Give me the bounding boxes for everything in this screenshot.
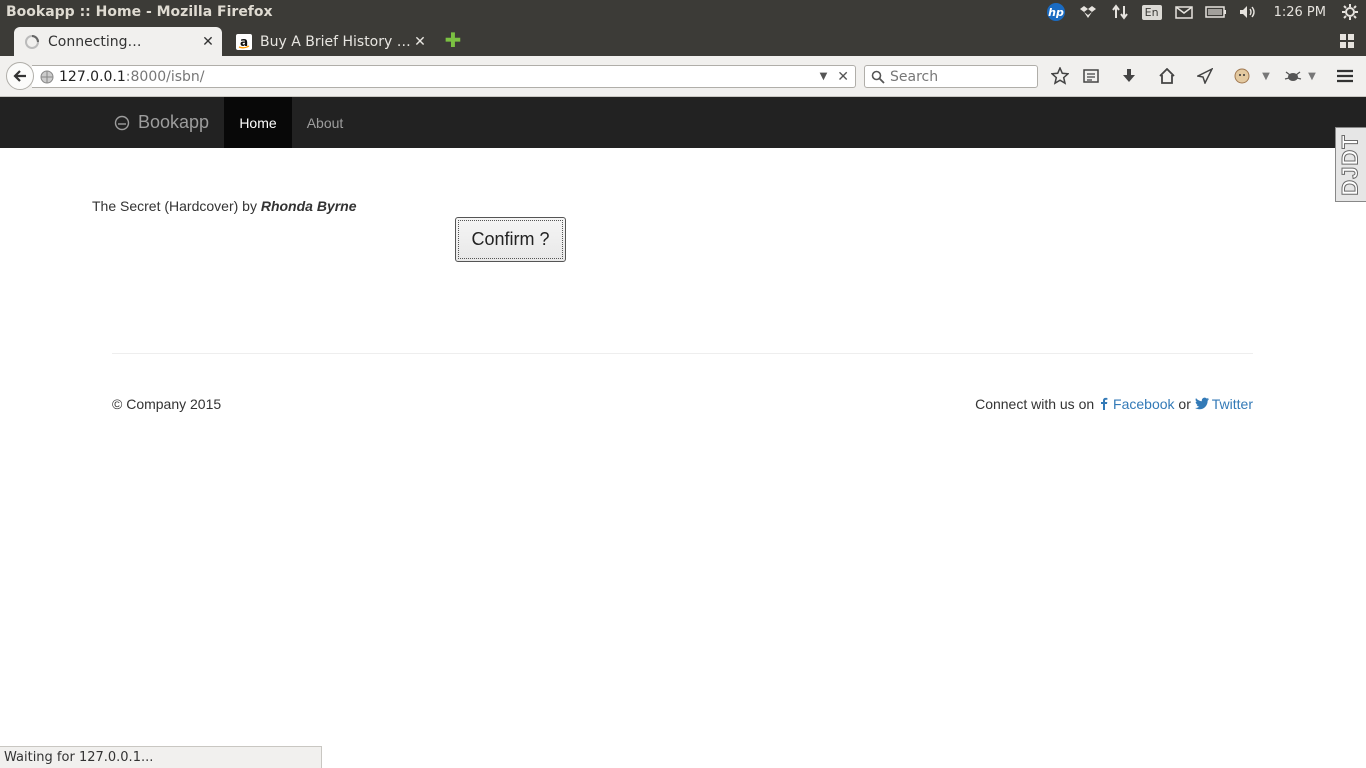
or-text: or xyxy=(1178,396,1191,412)
url-history-dropdown-icon[interactable]: ▼ xyxy=(820,71,828,82)
svg-text:hp: hp xyxy=(1048,6,1064,19)
battery-icon[interactable] xyxy=(1204,3,1227,21)
greasemonkey-dropdown-icon[interactable]: ▼ xyxy=(1256,66,1276,86)
nav-home[interactable]: Home xyxy=(224,97,292,148)
brand-link[interactable]: Bookapp xyxy=(114,97,209,148)
search-bar[interactable] xyxy=(864,65,1038,88)
settings-gear-icon[interactable] xyxy=(1339,3,1361,21)
search-input[interactable] xyxy=(890,68,1030,85)
tab-connecting[interactable]: Connecting… ✕ xyxy=(14,27,222,56)
close-tab-icon[interactable]: ✕ xyxy=(412,34,428,50)
globe-icon xyxy=(40,70,54,83)
mail-icon[interactable] xyxy=(1173,3,1195,21)
tab-label: Buy A Brief History … xyxy=(260,33,411,50)
facebook-icon xyxy=(1101,397,1108,410)
hamburger-menu-icon[interactable] xyxy=(1335,66,1355,86)
system-tray: hp En 1:26 PM xyxy=(1040,0,1366,24)
footer-social: Connect with us on Facebook or Twitter xyxy=(975,396,1253,412)
connect-text: Connect with us on xyxy=(975,396,1095,412)
send-tab-icon[interactable] xyxy=(1195,66,1215,86)
book-info: The Secret (Hardcover) by Rhonda Byrne xyxy=(92,198,357,214)
tab-label: Connecting… xyxy=(48,33,142,50)
new-tab-plus-icon[interactable]: ✚ xyxy=(444,30,462,50)
greasemonkey-icon[interactable] xyxy=(1232,66,1252,86)
url-text[interactable]: 127.0.0.1:8000/isbn/ xyxy=(59,69,820,85)
footer-copyright: © Company 2015 xyxy=(112,396,222,412)
bookmark-star-icon[interactable] xyxy=(1050,66,1070,86)
keyboard-language-indicator[interactable]: En xyxy=(1141,3,1163,21)
browser-toolbar: 127.0.0.1:8000/isbn/ ▼ ✕ ▼ ▼ xyxy=(0,56,1366,97)
book-title: The Secret (Hardcover) by xyxy=(92,198,257,214)
browser-status-bar: Waiting for 127.0.0.1... xyxy=(0,746,322,768)
dropbox-icon[interactable] xyxy=(1077,3,1099,21)
downloads-icon[interactable] xyxy=(1119,66,1139,86)
home-icon[interactable] xyxy=(1157,66,1177,86)
amazon-icon: a xyxy=(236,33,252,50)
twitter-icon xyxy=(1194,397,1209,410)
django-debug-toolbar-handle[interactable]: DJDT xyxy=(1335,127,1366,202)
clock[interactable]: 1:26 PM xyxy=(1274,5,1326,20)
tab-amazon[interactable]: a Buy A Brief History … ✕ xyxy=(226,27,434,56)
hp-icon[interactable]: hp xyxy=(1045,3,1067,21)
site-navbar: Bookapp Home About xyxy=(0,97,1366,148)
firebug-icon[interactable] xyxy=(1283,66,1303,86)
url-bar[interactable]: 127.0.0.1:8000/isbn/ ▼ ✕ xyxy=(32,65,856,88)
facebook-link[interactable]: Facebook xyxy=(1098,396,1175,412)
close-tab-icon[interactable]: ✕ xyxy=(200,34,216,50)
confirm-button[interactable]: Confirm ? xyxy=(455,217,566,262)
search-icon xyxy=(871,70,885,84)
tab-strip: Connecting… ✕ a Buy A Brief History … ✕ … xyxy=(0,24,1366,56)
os-top-panel: Bookapp :: Home - Mozilla Firefox hp En … xyxy=(0,0,1366,24)
firebug-dropdown-icon[interactable]: ▼ xyxy=(1302,66,1322,86)
nav-about[interactable]: About xyxy=(292,97,358,148)
footer-divider xyxy=(112,353,1253,354)
tab-groups-icon[interactable] xyxy=(1340,34,1354,48)
bookmarks-list-icon[interactable] xyxy=(1081,66,1101,86)
twitter-link[interactable]: Twitter xyxy=(1194,396,1253,412)
brand-name: Bookapp xyxy=(138,112,210,132)
stop-loading-icon[interactable]: ✕ xyxy=(837,69,849,85)
brand-icon xyxy=(114,115,130,130)
back-button[interactable] xyxy=(6,62,34,90)
network-icon[interactable] xyxy=(1109,3,1131,21)
book-author: Rhonda Byrne xyxy=(260,198,357,214)
volume-icon[interactable] xyxy=(1237,3,1259,21)
loading-spinner-icon xyxy=(25,34,39,49)
window-title: Bookapp :: Home - Mozilla Firefox xyxy=(6,4,273,20)
back-arrow-icon xyxy=(13,70,26,82)
